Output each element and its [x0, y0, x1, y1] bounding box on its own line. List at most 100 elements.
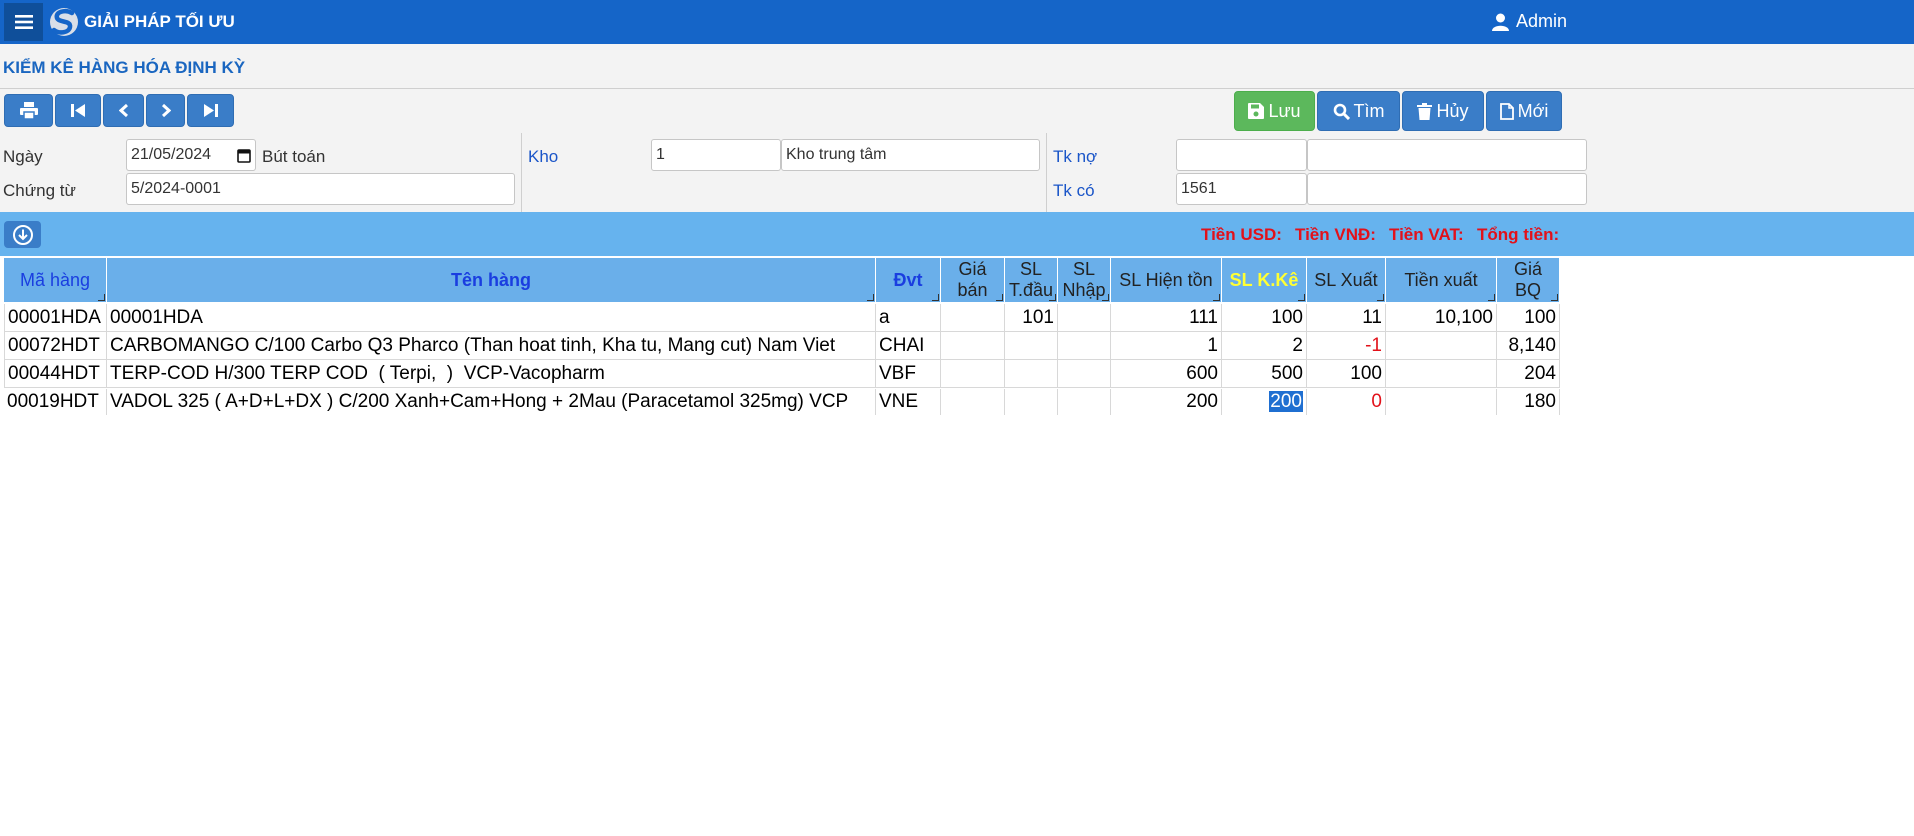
- cell-out-amount[interactable]: [1386, 360, 1497, 388]
- column-header-out-qty[interactable]: SL Xuất: [1307, 258, 1386, 302]
- last-icon: [203, 104, 218, 117]
- date-field[interactable]: 21/05/2024: [126, 139, 256, 171]
- save-button[interactable]: Lưu: [1234, 91, 1315, 131]
- cell-import-qty[interactable]: [1058, 332, 1111, 360]
- cell-unit[interactable]: VBF: [876, 360, 941, 388]
- cell-out-amount[interactable]: 10,100: [1386, 304, 1497, 332]
- cell-count-qty[interactable]: 2: [1222, 332, 1307, 360]
- cell-import-qty[interactable]: [1058, 360, 1111, 388]
- cell-code[interactable]: 00072HDT: [4, 332, 107, 360]
- column-header-name[interactable]: Tên hàng: [107, 258, 876, 302]
- header-text: SL Hiện tồn: [1119, 269, 1213, 290]
- journal-label: Bút toán: [262, 147, 326, 166]
- last-record-button[interactable]: [187, 94, 234, 127]
- cell-name[interactable]: VADOL 325 ( A+D+L+DX ) C/200 Xanh+Cam+Ho…: [107, 389, 876, 415]
- cell-avg-price[interactable]: 8,140: [1497, 332, 1560, 360]
- calendar-icon[interactable]: [237, 148, 251, 163]
- column-header-opening-qty[interactable]: SL T.đầu: [1005, 258, 1058, 302]
- column-header-out-amount[interactable]: Tiền xuất: [1386, 258, 1497, 302]
- credit-account-field[interactable]: 1561: [1176, 173, 1307, 205]
- cancel-button[interactable]: Hủy: [1402, 91, 1484, 131]
- warehouse-name-field[interactable]: Kho trung tâm: [781, 139, 1040, 171]
- column-header-unit[interactable]: Đvt: [876, 258, 941, 302]
- cell-opening-qty[interactable]: [1005, 389, 1058, 415]
- cell-out-qty[interactable]: 0: [1307, 389, 1386, 415]
- voucher-field[interactable]: 5/2024-0001: [126, 173, 515, 205]
- cell-avg-price[interactable]: 100: [1497, 304, 1560, 332]
- cell-code[interactable]: 00019HDT: [4, 389, 107, 415]
- column-header-stock-qty[interactable]: SL Hiện tồn: [1111, 258, 1222, 302]
- find-label: Tìm: [1353, 100, 1385, 121]
- header-text: Giá BQ: [1513, 259, 1542, 300]
- form-divider: [1046, 133, 1047, 212]
- debit-account-name-field[interactable]: [1307, 139, 1587, 171]
- user-menu[interactable]: Admin: [1492, 11, 1567, 32]
- cell-out-amount[interactable]: [1386, 389, 1497, 415]
- cell-opening-qty[interactable]: [1005, 360, 1058, 388]
- expand-button[interactable]: [4, 221, 41, 248]
- cell-price[interactable]: [941, 360, 1005, 388]
- cell-name[interactable]: TERP-COD H/300 TERP COD ( Terpi, ) VCP-V…: [107, 360, 876, 388]
- find-button[interactable]: Tìm: [1317, 91, 1400, 131]
- date-value: 21/05/2024: [131, 146, 212, 163]
- prev-record-button[interactable]: [103, 94, 144, 127]
- top-bar: GIẢI PHÁP TỐI ƯU Admin: [0, 0, 1914, 44]
- cell-unit[interactable]: VNE: [876, 389, 941, 415]
- cell-import-qty[interactable]: [1058, 304, 1111, 332]
- cell-name[interactable]: CARBOMANGO C/100 Carbo Q3 Pharco (Than h…: [107, 332, 876, 360]
- next-record-button[interactable]: [146, 94, 185, 127]
- cell-unit[interactable]: CHAI: [876, 332, 941, 360]
- cell-stock-qty[interactable]: 111: [1111, 304, 1222, 332]
- column-header-avg-price[interactable]: Giá BQ: [1497, 258, 1560, 302]
- title-bar: KIỂM KÊ HÀNG HÓA ĐỊNH KỲ: [0, 44, 1914, 89]
- cell-stock-qty[interactable]: 1: [1111, 332, 1222, 360]
- header-text: Đvt: [893, 269, 923, 290]
- print-button[interactable]: [4, 94, 53, 127]
- cell-stock-qty[interactable]: 200: [1111, 389, 1222, 415]
- credit-account-name-field[interactable]: [1307, 173, 1587, 205]
- cell-avg-price[interactable]: 204: [1497, 360, 1560, 388]
- date-label: Ngày: [3, 147, 43, 166]
- trash-icon: [1417, 102, 1433, 120]
- user-name: Admin: [1516, 11, 1568, 31]
- totals-bar: Tiền USD: Tiền VNĐ: Tiền VAT: Tổng tiền:: [0, 212, 1914, 256]
- cell-count-qty[interactable]: 500: [1222, 360, 1307, 388]
- user-icon: [1492, 13, 1509, 31]
- cell-out-amount[interactable]: [1386, 332, 1497, 360]
- cell-code[interactable]: 00044HDT: [4, 360, 107, 388]
- cell-import-qty[interactable]: [1058, 389, 1111, 415]
- cell-count-qty-editor[interactable]: 200: [1222, 389, 1307, 415]
- cell-price[interactable]: [941, 332, 1005, 360]
- cell-stock-qty[interactable]: 600: [1111, 360, 1222, 388]
- menu-button[interactable]: [4, 3, 43, 41]
- cell-out-qty[interactable]: -1: [1307, 332, 1386, 360]
- cell-opening-qty[interactable]: [1005, 332, 1058, 360]
- header-text: Mã hàng: [19, 269, 91, 290]
- total-usd-label: Tiền USD:: [1201, 225, 1282, 244]
- column-header-import-qty[interactable]: SL Nhập: [1058, 258, 1111, 302]
- total-vnd-label: Tiền VNĐ:: [1295, 225, 1376, 244]
- new-label: Mới: [1517, 100, 1549, 121]
- cell-count-qty[interactable]: 100: [1222, 304, 1307, 332]
- cell-out-qty[interactable]: 100: [1307, 360, 1386, 388]
- cell-unit[interactable]: a: [876, 304, 941, 332]
- column-header-code[interactable]: Mã hàng: [4, 258, 107, 302]
- header-text: SL K.Kê: [1229, 269, 1299, 290]
- debit-account-field[interactable]: [1176, 139, 1307, 171]
- cell-price[interactable]: [941, 389, 1005, 415]
- cell-out-qty[interactable]: 11: [1307, 304, 1386, 332]
- brand-logo: [50, 8, 78, 36]
- cell-price[interactable]: [941, 304, 1005, 332]
- cell-opening-qty[interactable]: 101: [1005, 304, 1058, 332]
- selected-value[interactable]: 200: [1269, 391, 1303, 412]
- column-header-price[interactable]: Giá bán: [941, 258, 1005, 302]
- voucher-form: Ngày 21/05/2024 Bút toán Chứng từ 5/2024…: [0, 133, 1914, 213]
- form-divider: [521, 133, 522, 212]
- cell-name[interactable]: 00001HDA: [107, 304, 876, 332]
- cell-code[interactable]: 00001HDA: [4, 304, 107, 332]
- warehouse-code-field[interactable]: 1: [651, 139, 781, 171]
- new-button[interactable]: Mới: [1486, 91, 1562, 131]
- column-header-count-qty[interactable]: SL K.Kê: [1222, 258, 1307, 302]
- cell-avg-price[interactable]: 180: [1497, 389, 1560, 415]
- first-record-button[interactable]: [55, 94, 101, 127]
